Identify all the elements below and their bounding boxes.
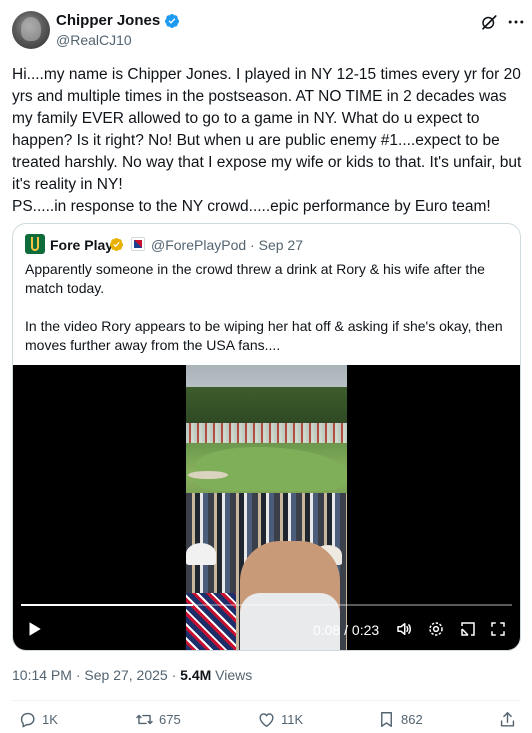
- reply-count: 1K: [42, 712, 58, 727]
- tweet-date[interactable]: Sep 27, 2025: [84, 667, 167, 683]
- video-progress-bar[interactable]: [21, 604, 512, 606]
- separator-dot: ·: [171, 667, 177, 683]
- tweet-header: Chipper Jones @RealCJ10: [0, 0, 532, 58]
- fullscreen-icon[interactable]: [489, 620, 507, 638]
- like-count: 11K: [281, 712, 304, 727]
- author-handle[interactable]: @RealCJ10: [56, 32, 132, 48]
- tweet-time[interactable]: 10:14 PM: [12, 667, 72, 683]
- video-progress-fill: [21, 604, 193, 606]
- quote-date: Sep 27: [258, 237, 303, 253]
- reply-icon: [20, 712, 35, 728]
- gold-verified-badge-icon: [109, 237, 124, 252]
- author-avatar[interactable]: [12, 11, 50, 49]
- divider: [12, 700, 520, 701]
- bookmark-count: 862: [401, 712, 423, 727]
- separator-dot: ·: [75, 667, 81, 683]
- author-name[interactable]: Chipper Jones: [56, 12, 160, 29]
- volume-icon[interactable]: [395, 620, 413, 638]
- trophy-icon: [31, 237, 39, 251]
- verified-badge-icon: [165, 14, 179, 28]
- bookmark-icon: [381, 712, 392, 727]
- quote-handle: @ForePlayPod: [151, 237, 247, 253]
- grok-icon[interactable]: [480, 13, 498, 31]
- video-frame: [186, 365, 347, 650]
- separator-dot: ·: [250, 237, 255, 253]
- views-count: 5.4M: [180, 667, 212, 683]
- video-time: 0:08 / 0:23: [313, 622, 380, 638]
- quote-author-avatar[interactable]: [25, 234, 45, 254]
- video-player[interactable]: 0:08 / 0:23: [13, 365, 520, 650]
- settings-icon[interactable]: [427, 620, 445, 638]
- quote-text: Apparently someone in the crowd threw a …: [25, 261, 503, 353]
- play-icon[interactable]: [25, 620, 43, 638]
- views-label: Views: [215, 667, 253, 683]
- quoted-tweet[interactable]: Fore Play @ForePlayPod · Sep 27 Apparent…: [12, 223, 521, 651]
- share-icon: [500, 712, 515, 727]
- heart-icon: [259, 713, 274, 727]
- tweet-meta: 10:14 PM · Sep 27, 2025 · 5.4M Views: [12, 667, 252, 683]
- tweet-text: Hi....my name is Chipper Jones. I played…: [12, 66, 522, 215]
- quote-author-name[interactable]: Fore Play: [50, 237, 113, 253]
- repost-icon: [136, 714, 153, 725]
- repost-count: 675: [159, 712, 181, 727]
- affiliate-badge-icon[interactable]: [131, 237, 145, 251]
- popout-icon[interactable]: [459, 620, 477, 638]
- quote-handle-date[interactable]: @ForePlayPod · Sep 27: [151, 237, 303, 253]
- more-options-icon[interactable]: [506, 12, 526, 32]
